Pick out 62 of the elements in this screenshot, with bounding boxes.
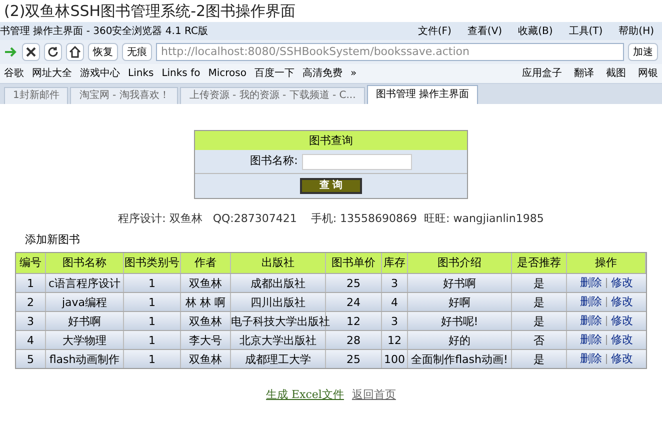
address-bar[interactable]: http://localhost:8080/SSHBookSystem/bookssave.action	[156, 43, 624, 61]
table-cell: 全面制作flash动画!	[408, 350, 512, 368]
toolbar-item[interactable]: 网银	[638, 66, 658, 81]
bookmark-item[interactable]: Microso	[208, 66, 246, 81]
refresh-icon	[47, 46, 59, 58]
table-cell: 是	[512, 350, 567, 368]
bookmark-item[interactable]: 百度一下	[254, 66, 294, 81]
book-name-field[interactable]	[302, 154, 412, 170]
search-title: 图书查询	[195, 131, 467, 150]
table-cell: 成都理工大学	[231, 350, 326, 368]
home-icon	[69, 46, 81, 58]
menu-item[interactable]: 收藏(B)	[518, 24, 553, 38]
add-book-link[interactable]: 添加新图书	[25, 232, 80, 246]
action-link[interactable]: 删除	[580, 312, 602, 330]
table-cell: 25	[326, 350, 382, 368]
action-link[interactable]: 修改	[611, 312, 633, 330]
table-cell: 5	[16, 350, 46, 368]
action-link[interactable]: 删除	[580, 350, 602, 368]
stop-button[interactable]	[22, 43, 40, 61]
home-link[interactable]: 返回首页	[352, 387, 396, 404]
bookmark-item[interactable]: »	[350, 66, 357, 81]
table-cell: 100	[382, 350, 408, 368]
action-link[interactable]: 删除	[580, 274, 602, 292]
table-cell: 1	[124, 350, 181, 368]
table-cell: 双鱼林	[181, 350, 231, 368]
refresh-button[interactable]	[44, 43, 62, 61]
bookmark-item[interactable]: 网址大全	[32, 66, 72, 81]
bookmark-item[interactable]: Links	[128, 66, 154, 81]
page-caption: (2)双鱼林SSH图书管理系统-2图书操作界面	[3, 1, 297, 22]
browser-tab[interactable]: 上传资源 - 我的资源 - 下载频道 - C...	[180, 87, 365, 104]
menu-item[interactable]: 查看(V)	[467, 24, 502, 38]
toolbar-item[interactable]: 翻译	[574, 66, 594, 81]
menu-item[interactable]: 工具(T)	[568, 24, 603, 38]
credits-text: 程序设计: 双鱼林 QQ:287307421 手机: 13558690869 旺旺: wangjianlin1985	[118, 211, 544, 227]
bookmark-item[interactable]: Links fo	[162, 66, 200, 81]
bookmark-item[interactable]: 高清免费	[302, 66, 342, 81]
browser-tab[interactable]: 1封新邮件	[4, 87, 68, 104]
action-link[interactable]: 修改	[611, 294, 633, 310]
query-button[interactable]: 查 询	[300, 178, 362, 194]
action-link[interactable]: 删除	[580, 332, 602, 348]
bookmark-item[interactable]: 谷歌	[4, 66, 24, 81]
menu-item[interactable]: 帮助(H)	[618, 24, 654, 38]
browser-tab[interactable]: 淘宝网 - 淘我喜欢！	[70, 87, 178, 104]
table-cell: flash动画制作	[46, 350, 124, 368]
forward-icon[interactable]	[4, 46, 18, 58]
close-icon	[26, 47, 36, 57]
excel-link[interactable]: 生成 Excel文件	[266, 387, 344, 404]
window-title: 书管理 操作主界面 - 360安全浏览器 4.1 RC版	[0, 24, 208, 38]
action-link[interactable]: 修改	[611, 274, 633, 292]
incognito-button[interactable]: 无痕	[122, 43, 152, 61]
action-link[interactable]: 修改	[611, 350, 633, 368]
action-link[interactable]: 修改	[611, 332, 633, 348]
field-label: 图书名称:	[250, 153, 298, 170]
bookmark-item[interactable]: 游戏中心	[80, 66, 120, 81]
speedup-button[interactable]: 加速	[628, 43, 658, 61]
toolbar-item[interactable]: 截图	[606, 66, 626, 81]
restore-button[interactable]: 恢复	[88, 43, 118, 61]
menu-item[interactable]: 文件(F)	[418, 24, 452, 38]
toolbar-item[interactable]: 应用盒子	[522, 66, 562, 81]
browser-tab[interactable]: 图书管理 操作主界面	[366, 85, 478, 104]
home-button[interactable]	[66, 43, 84, 61]
action-link[interactable]: 删除	[580, 294, 602, 310]
